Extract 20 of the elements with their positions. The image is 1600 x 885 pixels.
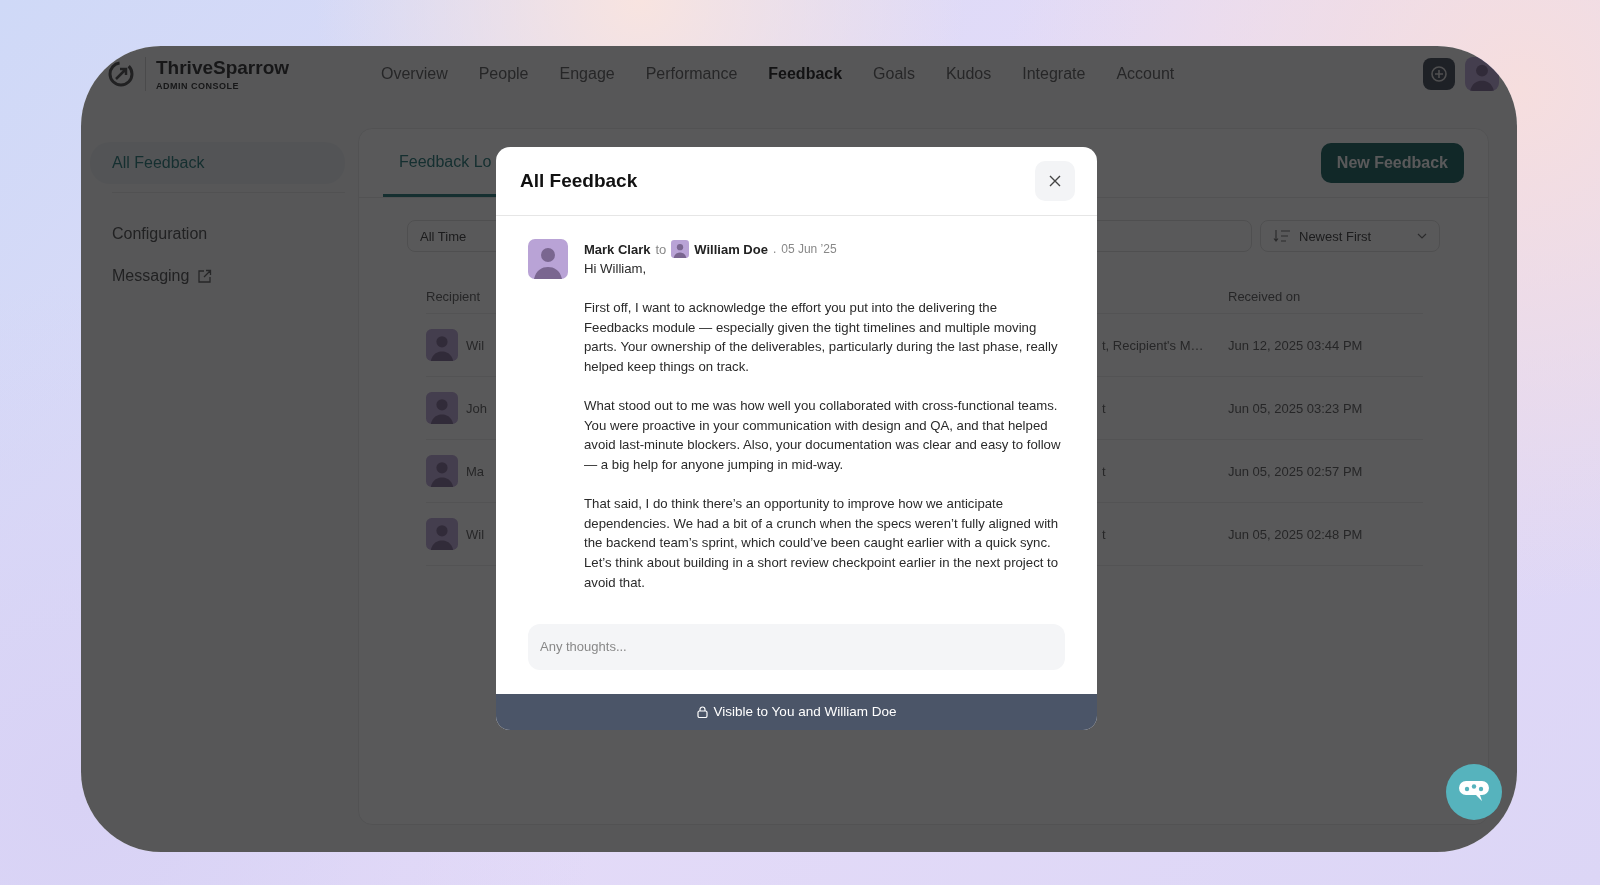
visibility-text: Visible to You and William Doe (713, 704, 897, 720)
message-paragraph: First off, I want to acknowledge the effort you put into the delivering the Feedbacks module — especially given the tight timelines and multiple moving parts. Your ownership of the deliverables, particularly during the last phase, really helped keep things on track. (584, 299, 1059, 376)
to-label: to (655, 241, 667, 257)
message-paragraph: Hi William, (584, 260, 648, 278)
avatar (528, 239, 568, 279)
close-button[interactable] (1035, 161, 1075, 201)
brand-name: ThriveSparrow (156, 57, 290, 79)
nav-item[interactable]: Feedback (768, 65, 843, 83)
avatar (671, 240, 690, 258)
message-paragraph: What stood out to me was how well you collaborated with cross-functional teams. You were proactive in your communication with design and QA, and that helped avoid last-minute blockers. Also, your documentation was clear and easy to follow — a big help for anyone jumping in mid-way. (584, 397, 1062, 474)
reply-field[interactable]: Any thoughts... (528, 623, 1065, 670)
dialog-title: All Feedback (520, 170, 638, 192)
brand-subtitle: ADMIN CONSOLE (156, 81, 240, 91)
author-name: Mark Clark (584, 241, 651, 257)
feedback-date: 05 Jun ’25 (781, 242, 837, 256)
lock-icon (696, 705, 708, 718)
separator: . (772, 242, 777, 256)
recipient-name: William Doe (694, 241, 768, 257)
close-icon (1049, 175, 1061, 187)
message-paragraph: That said, I do think there’s an opportunity to improve how we anticipate dependencies. We had a bit of a crunch when the specs weren’t fully aligned with the backend team’s sprint, which could’ve been caught earlier with a quick sync. Let’s think about building in a short review checkpoint earlier in the next project to avoid that. (584, 495, 1060, 592)
